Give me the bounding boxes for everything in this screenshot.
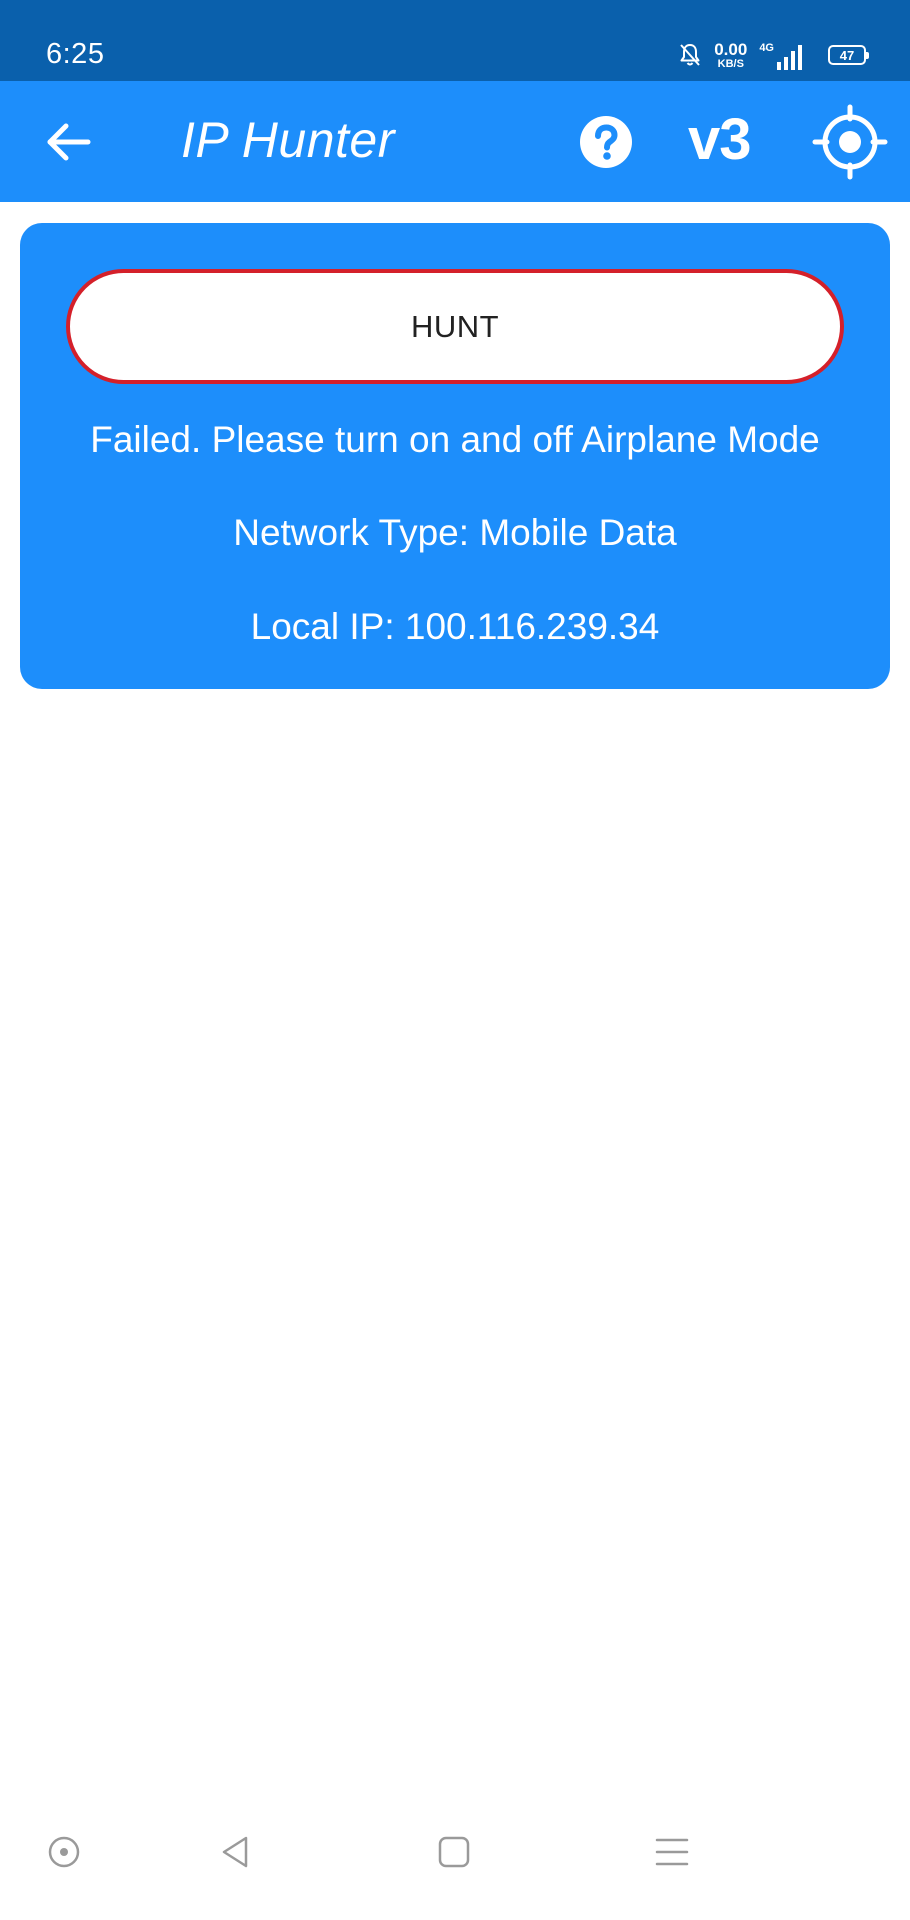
back-triangle-icon[interactable] (214, 1830, 258, 1874)
net-speed-unit: KB/S (717, 57, 744, 70)
version-button[interactable]: v3 (688, 111, 752, 169)
net-speed-value: 0.00 (714, 39, 748, 59)
battery-icon: 47 (828, 45, 869, 65)
battery-level: 47 (839, 47, 855, 63)
screen: 6:25 0.00 KB/S 4G 47 IP Hunter v3 HUNT F… (0, 0, 910, 1920)
signal-bar (777, 62, 781, 70)
signal-icon: 4G (759, 40, 802, 70)
local-ip-text: Local IP: 100.116.239.34 (250, 606, 660, 647)
help-icon[interactable] (579, 115, 633, 169)
signal-bar (798, 45, 802, 70)
net-speed-indicator: 0.00 KB/S (714, 41, 747, 70)
hunt-card: HUNT Failed. Please turn on and off Airp… (20, 223, 890, 689)
app-title: IP Hunter (181, 112, 395, 168)
status-time: 6:25 (46, 38, 105, 70)
network-type-label: 4G (759, 42, 774, 54)
back-arrow-icon[interactable] (44, 117, 94, 167)
status-bar: 6:25 0.00 KB/S 4G 47 (0, 0, 910, 81)
status-icons: 0.00 KB/S 4G 47 (678, 38, 869, 72)
app-bar: IP Hunter v3 (0, 81, 910, 202)
target-icon[interactable] (812, 104, 888, 180)
system-nav-bar (0, 1800, 910, 1920)
home-square-icon[interactable] (432, 1830, 476, 1874)
status-message: Failed. Please turn on and off Airplane … (90, 419, 820, 460)
signal-bar (784, 57, 788, 70)
bell-off-icon (678, 42, 702, 68)
assistant-dot-icon[interactable] (42, 1830, 86, 1874)
menu-lines-icon[interactable] (650, 1830, 694, 1874)
signal-bar (791, 51, 795, 70)
hunt-button[interactable]: HUNT (66, 269, 844, 384)
network-type-text: Network Type: Mobile Data (233, 512, 677, 553)
signal-bars (777, 44, 802, 70)
